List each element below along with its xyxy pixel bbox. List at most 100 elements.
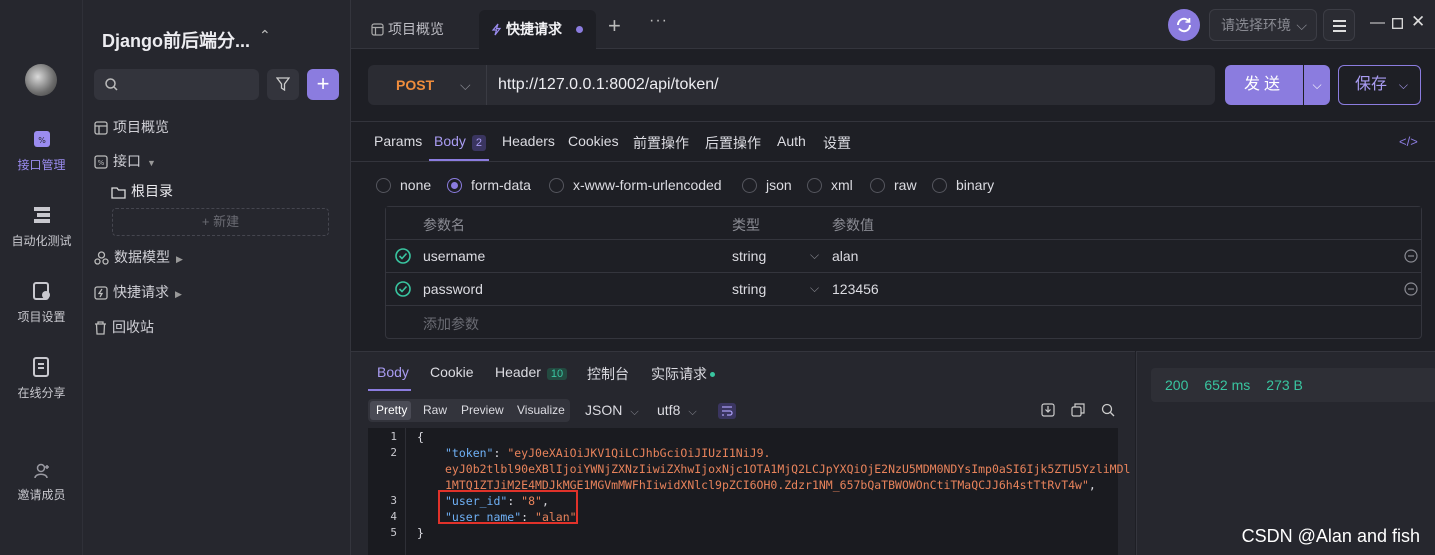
tree-item-quick-requests[interactable]: 快捷请求 ▶ [94,282,182,302]
param-value[interactable]: 123456 [832,281,879,297]
response-tab-cookie[interactable]: Cookie [430,364,474,380]
rail-item-api-management[interactable]: % 接口管理 [0,128,83,173]
check-circle-icon[interactable] [395,248,411,264]
highlight-box [438,490,578,524]
response-tab-body[interactable]: Body [377,364,409,380]
radio-none[interactable]: none [376,177,431,193]
chevron-down-icon[interactable]: ⌵ [810,248,819,263]
param-name[interactable]: password [423,281,483,297]
send-options-button[interactable]: ⌵ [1304,65,1330,105]
tree-item-root-folder[interactable]: 根目录 [111,181,173,201]
method-select[interactable]: POST ⌵ [368,65,486,105]
check-circle-icon[interactable] [395,281,411,297]
new-item-button[interactable]: + 新建 [112,208,329,236]
tab-headers[interactable]: Headers [502,133,555,149]
send-button[interactable]: 发送 [1225,65,1303,105]
tree-search-input[interactable] [94,69,259,100]
param-name[interactable]: username [423,248,485,264]
chevron-down-icon[interactable]: ⌵ [810,281,819,296]
response-tab-console[interactable]: 控制台 [587,364,629,384]
tab-pre-operations[interactable]: 前置操作 [633,133,689,153]
remove-row-icon[interactable] [1404,282,1418,296]
radio-circle-icon [549,178,564,193]
view-pretty[interactable]: Pretty [376,403,407,417]
view-raw[interactable]: Raw [423,403,447,417]
tab-settings[interactable]: 设置 [823,133,851,153]
view-visualize[interactable]: Visualize [517,403,565,417]
minimize-icon[interactable]: — [1370,14,1385,31]
filter-button[interactable] [267,69,299,100]
tree-item-overview[interactable]: 项目概览 [94,117,169,137]
rail-item-invite-member[interactable]: 邀请成员 [0,462,83,503]
code-line: } [417,526,424,540]
environment-select[interactable]: 请选择环境 ⌵ [1209,9,1317,41]
tree-item-recycle-bin[interactable]: 回收站 [94,317,154,337]
close-icon[interactable]: ✕ [1411,12,1425,32]
rail-item-project-settings[interactable]: 项目设置 [0,280,83,325]
tab-auth[interactable]: Auth [777,133,806,149]
response-time: 652 ms [1204,377,1251,393]
radio-binary[interactable]: binary [932,177,994,193]
maximize-icon[interactable] [1392,16,1403,33]
encoding-select[interactable]: utf8 ⌵ [657,402,697,419]
divider [351,121,1435,122]
response-code-viewer[interactable]: 1 2 3 4 5 { "token": "eyJ0eXAiOiJKV1QiLC… [368,428,1130,555]
params-table: 参数名 类型 参数值 username string ⌵ alan passwo… [385,206,1422,339]
project-name[interactable]: Django前后端分... [102,27,250,53]
tab-post-operations[interactable]: 后置操作 [705,133,761,153]
new-tab-button[interactable]: + [608,13,621,39]
radio-form-data[interactable]: form-data [447,177,531,193]
tree-item-api[interactable]: % 接口 ▼ [94,151,156,171]
line-number: 2 [390,446,397,459]
avatar[interactable] [25,64,57,96]
view-preview[interactable]: Preview [461,403,504,417]
radio-xml[interactable]: xml [807,177,853,193]
tab-label: 实际请求 [651,366,707,382]
line-number: 4 [390,510,397,523]
wrap-lines-icon[interactable] [718,403,736,419]
radio-json[interactable]: json [742,177,792,193]
menu-button[interactable] [1323,9,1355,41]
tab-params[interactable]: Params [374,133,422,149]
response-stats: 200 652 ms 273 B [1151,368,1435,402]
copy-icon[interactable] [1071,403,1085,417]
radio-urlencoded[interactable]: x-www-form-urlencoded [549,177,722,193]
rail-label: 自动化测试 [11,234,72,248]
chevron-down-icon: ⌵ [688,406,697,418]
url-input[interactable]: http://127.0.0.1:8002/api/token/ [486,65,1215,105]
search-icon[interactable] [1101,403,1115,417]
tab-project-overview[interactable]: 项目概览 [359,10,456,49]
rail-item-automation[interactable]: 自动化测试 [0,204,83,249]
remove-row-icon[interactable] [1404,249,1418,263]
add-param-input[interactable]: 添加参数 [423,314,479,334]
format-label: JSON [585,402,623,418]
line-number: 5 [390,526,397,539]
format-select[interactable]: JSON ⌵ [585,402,639,419]
sync-button[interactable] [1168,9,1200,41]
code-line: eyJ0b2tlbl90eXBlIjoiYWNjZXNzIiwiZXhwIjox… [445,462,1130,476]
download-icon[interactable] [1041,403,1055,417]
expand-collapse-icon[interactable]: ⌃ [259,27,271,44]
column-header: 参数值 [832,217,874,233]
param-type[interactable]: string [732,248,766,264]
search-icon [105,78,118,91]
tab-quick-request[interactable]: 快捷请求 [479,10,596,49]
tree-item-data-models[interactable]: 数据模型 ▶ [94,247,183,267]
response-tab-header[interactable]: Header 10 [495,364,568,380]
response-tab-actual-request[interactable]: 实际请求 [651,364,715,384]
param-type[interactable]: string [732,281,766,297]
radio-raw[interactable]: raw [870,177,917,193]
table-row: username string ⌵ alan [386,240,1421,273]
quick-request-icon [94,286,108,300]
code-icon[interactable]: </> [1399,134,1418,149]
param-value[interactable]: alan [832,248,858,264]
tab-cookies[interactable]: Cookies [568,133,619,149]
tab-body[interactable]: Body 2 [434,133,487,151]
json-brace: { [417,430,424,444]
save-button[interactable]: 保存 ⌵ [1338,65,1421,105]
rail-label: 在线分享 [17,386,66,400]
add-button[interactable]: + [307,69,339,100]
status-dot-icon [710,372,715,377]
rail-item-online-share[interactable]: 在线分享 [0,356,83,401]
more-tabs-icon[interactable]: ··· [649,12,668,30]
